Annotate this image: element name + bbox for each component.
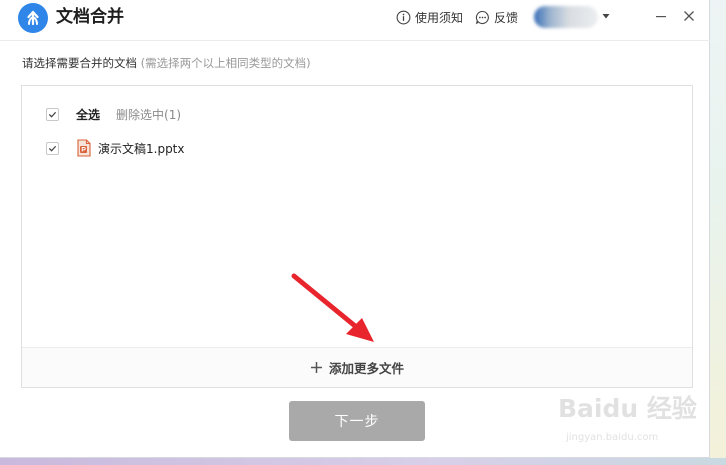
instruction-hint: (需选择两个以上相同类型的文档) — [140, 56, 311, 70]
file-list-panel: 全选 删除选中(1) 演示文稿1.pptx 添加更多文件 — [21, 85, 693, 388]
merge-documents-window: 文档合并 使用须知 反馈 请选择需要合并的文档 (需选择两个以上相同类型的文档)… — [0, 0, 710, 458]
help-link-label: 使用须知 — [415, 10, 464, 25]
app-logo-icon — [18, 3, 48, 33]
watermark-logo: Baidu 经验 — [558, 394, 697, 423]
watermark-url: jingyan.baidu.com — [566, 432, 659, 443]
feedback-link-label: 反馈 — [494, 10, 519, 25]
delete-selected-button[interactable]: 删除选中(1) — [116, 106, 181, 123]
plus-icon — [310, 362, 322, 373]
instruction-text: 请选择需要合并的文档 (需选择两个以上相同类型的文档) — [22, 55, 311, 71]
info-icon — [396, 10, 411, 24]
title-bar: 文档合并 使用须知 反馈 — [0, 0, 710, 36]
add-more-files-button[interactable]: 添加更多文件 — [22, 347, 692, 387]
select-all-checkbox[interactable] — [46, 107, 59, 121]
help-link[interactable]: 使用须知 — [396, 7, 463, 27]
close-icon — [684, 11, 694, 21]
next-step-button[interactable]: 下一步 — [289, 401, 425, 441]
window-title: 文档合并 — [56, 7, 124, 27]
select-all-label[interactable]: 全选 — [76, 106, 100, 123]
instruction-main: 请选择需要合并的文档 — [22, 56, 137, 70]
baidu-watermark: Baidu 经验 jingyan.baidu.com — [558, 394, 698, 454]
checkmark-icon — [48, 111, 57, 118]
minimize-button[interactable] — [652, 7, 670, 25]
user-avatar[interactable] — [534, 6, 598, 28]
checkmark-icon — [48, 145, 57, 152]
pptx-file-icon — [77, 139, 91, 157]
minimize-icon — [656, 16, 666, 18]
feedback-link[interactable]: 反馈 — [475, 7, 518, 27]
file-checkbox[interactable] — [46, 141, 59, 155]
file-row: 演示文稿1.pptx — [46, 138, 185, 158]
add-more-files-label: 添加更多文件 — [328, 361, 404, 376]
select-all-row: 全选 删除选中(1) — [46, 104, 181, 124]
chevron-down-icon[interactable] — [601, 11, 611, 21]
background-bottom-strip — [0, 458, 726, 465]
background-strip — [710, 0, 726, 465]
close-button[interactable] — [680, 7, 698, 25]
title-divider — [0, 40, 710, 41]
chat-bubble-icon — [475, 10, 489, 24]
file-name: 演示文稿1.pptx — [98, 141, 185, 156]
